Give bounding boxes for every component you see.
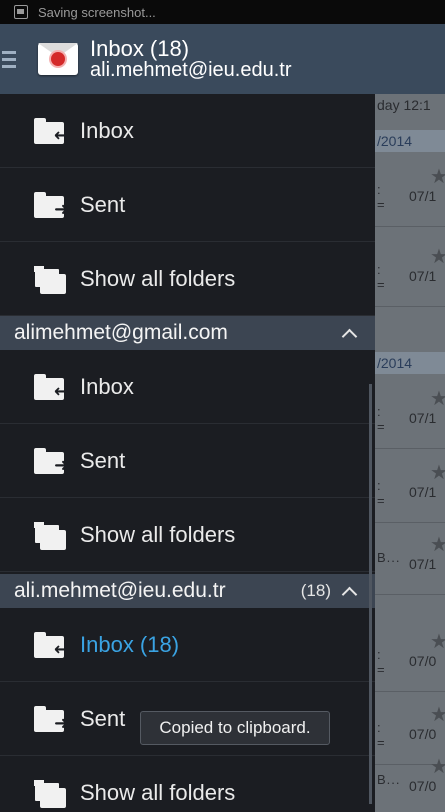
drawer-scrollbar[interactable] (369, 384, 372, 804)
drawer-item-sent[interactable]: ➜ Sent (0, 424, 375, 498)
action-bar: Inbox (18) ali.mehmet@ieu.edu.tr (0, 24, 445, 94)
drawer-item-show-all-folders[interactable]: Show all folders (0, 756, 375, 812)
drawer-item-inbox[interactable]: ↵ Inbox (0, 94, 375, 168)
drawer-item-show-all-folders[interactable]: Show all folders (0, 242, 375, 316)
menu-icon[interactable] (2, 50, 16, 68)
navigation-drawer: ↵ Inbox ➜ Sent Show all folders alimehme… (0, 94, 375, 812)
list-item[interactable]: : = ★ 07/1 (375, 234, 445, 307)
account-subtitle: ali.mehmet@ieu.edu.tr (90, 59, 292, 82)
toast-message: Copied to clipboard. (140, 711, 330, 745)
drawer-item-inbox-active[interactable]: ↵ Inbox (18) (0, 608, 375, 682)
chevron-up-icon[interactable] (343, 585, 355, 597)
inbox-folder-icon: ↵ (34, 116, 69, 146)
star-icon[interactable]: ★ (430, 702, 445, 727)
list-header: day 12:1 (375, 94, 445, 116)
inbox-folder-icon: ↵ (34, 630, 69, 660)
account-name: alimehmet@gmail.com (14, 321, 228, 344)
drawer-item-inbox[interactable]: ↵ Inbox (0, 350, 375, 424)
list-item[interactable]: : = ★ 07/0 (375, 619, 445, 692)
action-bar-titles: Inbox (18) ali.mehmet@ieu.edu.tr (90, 37, 292, 81)
inbox-folder-icon: ↵ (34, 372, 69, 402)
list-item[interactable]: B... ★ 07/0 (375, 744, 445, 812)
star-icon[interactable]: ★ (430, 629, 445, 654)
folders-icon (34, 778, 68, 808)
sent-folder-icon: ➜ (34, 446, 69, 476)
account-count: (18) (300, 581, 331, 600)
chevron-up-icon[interactable] (343, 327, 355, 339)
status-bar: Saving screenshot... (0, 0, 445, 24)
folders-icon (34, 264, 68, 294)
email-app-icon[interactable] (38, 43, 78, 75)
star-icon[interactable]: ★ (430, 460, 445, 485)
sent-folder-icon: ➜ (34, 190, 69, 220)
screenshot-icon (14, 5, 28, 19)
list-item[interactable]: : = ★ 07/1 (375, 154, 445, 227)
drawer-item-sent[interactable]: ➜ Sent (0, 168, 375, 242)
star-icon[interactable]: ★ (430, 532, 445, 557)
account-header-ieu[interactable]: ali.mehmet@ieu.edu.tr (18) (0, 574, 375, 608)
folders-icon (34, 520, 68, 550)
list-item[interactable]: : = ★ 07/1 (375, 376, 445, 449)
account-header-gmail[interactable]: alimehmet@gmail.com (0, 316, 375, 350)
page-title: Inbox (18) (90, 35, 190, 61)
drawer-item-show-all-folders[interactable]: Show all folders (0, 498, 375, 572)
status-text: Saving screenshot... (38, 4, 156, 20)
sent-folder-icon: ➜ (34, 704, 69, 734)
star-icon[interactable]: ★ (430, 164, 445, 189)
star-icon[interactable]: ★ (430, 754, 445, 779)
star-icon[interactable]: ★ (430, 386, 445, 411)
list-header: /2014 (375, 130, 445, 152)
star-icon[interactable]: ★ (430, 244, 445, 269)
account-name: ali.mehmet@ieu.edu.tr (14, 579, 226, 602)
list-item[interactable]: : = ★ 07/1 (375, 450, 445, 523)
list-header: /2014 (375, 352, 445, 374)
list-item[interactable]: B... ★ 07/1 (375, 522, 445, 595)
message-list-background: day 12:1 /2014 : = ★ 07/1 : = ★ 07/1 /2014 : = ★… (375, 94, 445, 812)
